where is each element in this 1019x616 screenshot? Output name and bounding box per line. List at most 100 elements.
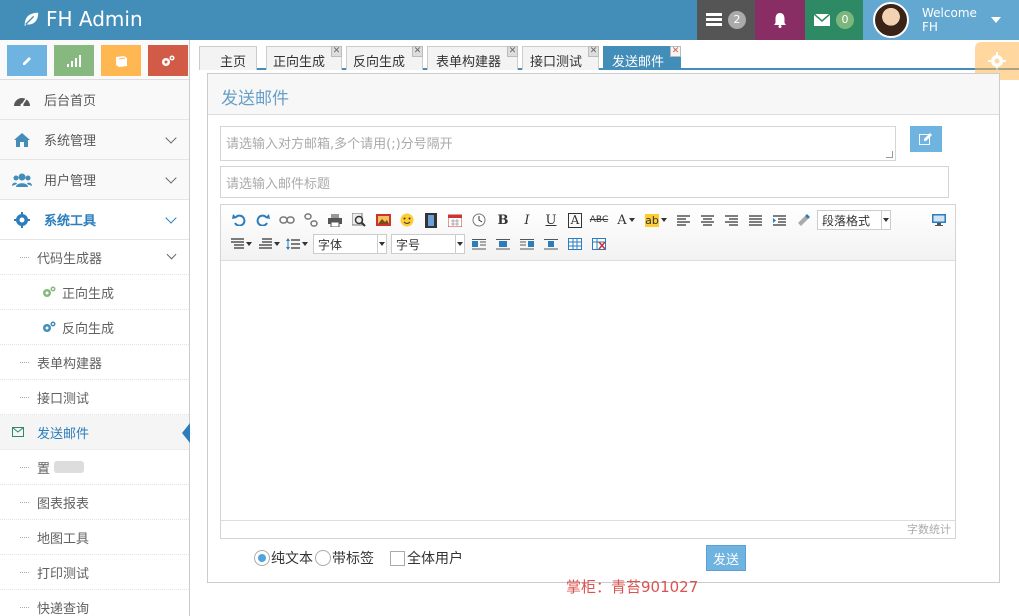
close-icon[interactable]: ✕ — [670, 46, 681, 57]
with-tags-radio[interactable] — [315, 550, 331, 566]
recipient-input[interactable]: 请选输入对方邮箱,多个请用(;)分号隔开 — [220, 126, 896, 161]
sidebar-item-settings-partial[interactable]: 置 — [0, 450, 189, 485]
sidebar-item-print-test[interactable]: 打印测试 — [0, 555, 189, 590]
close-icon[interactable]: ✕ — [588, 46, 599, 57]
subject-input[interactable]: 请选输入邮件标题 — [220, 166, 949, 198]
tab-forward-generate[interactable]: 正向生成 ✕ — [266, 46, 342, 70]
tab-form-builder[interactable]: 表单构建器 ✕ — [427, 46, 518, 70]
chevron-down-icon — [166, 249, 177, 260]
close-icon[interactable]: ✕ — [331, 46, 342, 57]
messages-button[interactable]: 0 — [805, 0, 863, 40]
tab-label: 反向生成 — [353, 55, 406, 70]
editor-content-area[interactable] — [221, 261, 955, 521]
align-right-icon[interactable] — [719, 210, 743, 230]
justify-icon[interactable] — [743, 210, 767, 230]
avatar — [873, 2, 909, 38]
sidebar-item-dashboard[interactable]: 后台首页 — [0, 80, 189, 120]
tree-tick — [20, 397, 29, 398]
chevron-down-icon — [165, 172, 177, 184]
print-icon[interactable] — [323, 210, 347, 230]
sidebar-item-forward-generate[interactable]: 正向生成 — [0, 275, 189, 310]
cogs-icon — [162, 55, 175, 66]
image-right-icon[interactable] — [515, 234, 539, 254]
sidebar-item-chart-report[interactable]: 图表报表 — [0, 485, 189, 520]
video-icon[interactable] — [419, 210, 443, 230]
image-center-icon[interactable] — [539, 234, 563, 254]
send-mail-panel: 发送邮件 请选输入对方邮箱,多个请用(;)分号隔开 请选输入邮件标题 B I U… — [207, 73, 1000, 583]
redo-icon[interactable] — [251, 210, 275, 230]
paragraph-spacing-top-icon[interactable] — [227, 234, 255, 254]
tab-label: 表单构建器 — [436, 55, 502, 70]
toolbar-row-2: 字体 字号 — [227, 233, 611, 255]
italic-icon[interactable]: I — [515, 210, 539, 230]
tab-label: 正向生成 — [273, 55, 326, 70]
sidebar-item-system-management[interactable]: 系统管理 — [0, 120, 189, 160]
edit-recipients-button[interactable] — [910, 126, 942, 152]
sidebar-item-express-query[interactable]: 快递查询 — [0, 590, 189, 616]
insert-table-icon[interactable] — [563, 234, 587, 254]
all-users-checkbox[interactable] — [390, 550, 405, 566]
all-users-label: 全体用户 — [407, 551, 463, 567]
preview-icon[interactable] — [347, 210, 371, 230]
shortcut-signal-button[interactable] — [54, 45, 94, 76]
editor-toolbar: B I U A ABC A ab 段落格式 字体 字号 — [221, 205, 955, 261]
close-icon[interactable]: ✕ — [507, 46, 518, 57]
obscured-text — [54, 461, 85, 473]
sidebar-item-reverse-generate[interactable]: 反向生成 — [0, 310, 189, 345]
font-family-select[interactable]: 字体 — [313, 234, 387, 254]
delete-table-icon[interactable] — [587, 234, 611, 254]
shortcut-book-button[interactable] — [101, 45, 141, 76]
bold-icon[interactable]: B — [491, 210, 515, 230]
tab-api-test[interactable]: 接口测试 ✕ — [522, 46, 599, 70]
with-tags-label: 带标签 — [332, 551, 374, 567]
highlight-color-icon[interactable]: ab — [641, 210, 671, 230]
tab-home[interactable]: 主页 — [199, 46, 257, 70]
tasks-button[interactable]: 2 — [697, 0, 755, 40]
tasks-icon — [706, 13, 722, 26]
signal-icon — [67, 54, 81, 67]
send-button[interactable]: 发送 — [706, 545, 746, 571]
brand-logo[interactable]: FH Admin — [22, 7, 143, 31]
sidebar-item-form-builder[interactable]: 表单构建器 — [0, 345, 189, 380]
unlink-icon[interactable] — [299, 210, 323, 230]
font-border-icon[interactable]: A — [563, 210, 587, 230]
sidebar: 后台首页 系统管理 用户管理 系统工具 代码生成器 正向生成 反向生成 表单构建… — [0, 40, 190, 616]
sidebar-item-user-management[interactable]: 用户管理 — [0, 160, 189, 200]
image-left-icon[interactable] — [467, 234, 491, 254]
eraser-icon[interactable] — [791, 210, 815, 230]
font-size-select[interactable]: 字号 — [391, 234, 465, 254]
sidebar-item-label: 反向生成 — [62, 321, 115, 337]
notifications-button[interactable] — [755, 0, 805, 40]
resize-handle[interactable] — [886, 151, 893, 158]
align-left-icon[interactable] — [671, 210, 695, 230]
font-color-icon[interactable]: A — [611, 210, 641, 230]
emoticon-icon[interactable] — [395, 210, 419, 230]
fullscreen-icon[interactable] — [927, 210, 951, 230]
shortcut-cogs-button[interactable] — [148, 45, 188, 76]
link-icon[interactable] — [275, 210, 299, 230]
sidebar-item-api-test[interactable]: 接口测试 — [0, 380, 189, 415]
image-none-icon[interactable] — [491, 234, 515, 254]
welcome-text: Welcome FH — [922, 6, 977, 34]
close-icon[interactable]: ✕ — [412, 46, 423, 57]
paragraph-spacing-bottom-icon[interactable] — [255, 234, 283, 254]
undo-icon[interactable] — [227, 210, 251, 230]
sidebar-item-system-tools[interactable]: 系统工具 — [0, 200, 189, 240]
user-menu[interactable]: Welcome FH — [863, 0, 1019, 40]
clock-icon[interactable] — [467, 210, 491, 230]
underline-icon[interactable]: U — [539, 210, 563, 230]
paragraph-format-select[interactable]: 段落格式 — [817, 210, 891, 230]
line-height-icon[interactable] — [283, 234, 311, 254]
tab-send-mail[interactable]: 发送邮件 ✕ — [603, 46, 681, 70]
tab-reverse-generate[interactable]: 反向生成 ✕ — [346, 46, 423, 70]
strikethrough-icon[interactable]: ABC — [587, 210, 611, 230]
sidebar-item-code-generator[interactable]: 代码生成器 — [0, 240, 189, 275]
align-center-icon[interactable] — [695, 210, 719, 230]
indent-icon[interactable] — [767, 210, 791, 230]
image-icon[interactable] — [371, 210, 395, 230]
sidebar-item-send-mail[interactable]: 发送邮件 — [0, 415, 190, 450]
calendar-icon[interactable] — [443, 210, 467, 230]
shortcut-pencil-button[interactable] — [7, 45, 47, 76]
plain-text-radio[interactable] — [254, 550, 270, 566]
sidebar-item-map-tool[interactable]: 地图工具 — [0, 520, 189, 555]
